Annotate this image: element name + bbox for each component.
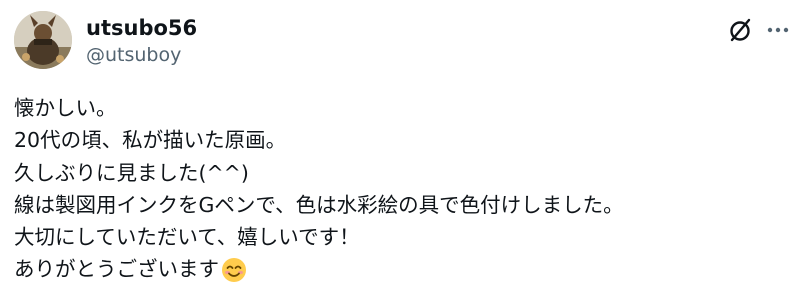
display-name[interactable]: utsubo56 bbox=[86, 15, 197, 41]
post-line: 20代の頃、私が描いた原画。 bbox=[14, 128, 287, 153]
post-line-last: ありがとうございます bbox=[14, 253, 784, 285]
user-handle[interactable]: @utsuboy bbox=[86, 43, 181, 67]
post-card: utsubo56 @utsuboy 懐かしい。 20代の頃、私が描いた原画。 久… bbox=[0, 0, 800, 304]
post-line: 懐かしい。 bbox=[14, 96, 117, 120]
slash-circle-icon[interactable] bbox=[728, 17, 754, 43]
smiling-face-emoji-icon bbox=[221, 257, 247, 283]
avatar[interactable] bbox=[14, 11, 72, 69]
post-text: 懐かしい。 20代の頃、私が描いた原画。 久しぶりに見ました(^^) 線は製図用… bbox=[14, 92, 784, 286]
post-line: 大切にしていただいて、嬉しいです！ bbox=[14, 225, 360, 250]
post-line: 線は製図用インクをGペンで、色は水彩絵の具で色付けしました。 bbox=[14, 192, 624, 217]
post-line: 久しぶりに見ました(^^) bbox=[14, 160, 249, 185]
post-line-text: ありがとうございます bbox=[14, 257, 219, 282]
more-icon[interactable] bbox=[766, 17, 790, 43]
